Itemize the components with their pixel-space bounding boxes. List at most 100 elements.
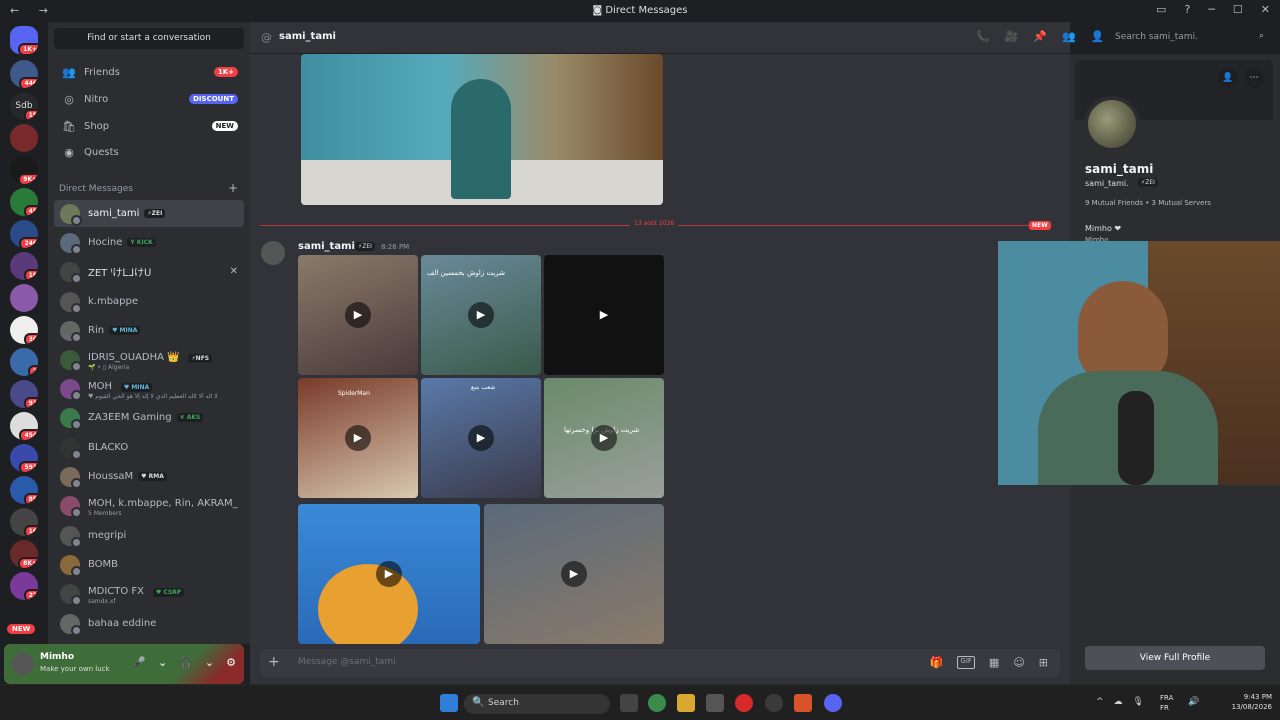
sticker-icon[interactable]: ▦: [989, 656, 999, 669]
server-icon[interactable]: 30: [10, 316, 38, 344]
language-indicator[interactable]: FRA FR: [1160, 693, 1173, 713]
brave-icon[interactable]: [794, 694, 812, 712]
server-icon[interactable]: 16: [10, 508, 38, 536]
nav-quests[interactable]: ◉ Quests: [54, 140, 244, 164]
video-attachment[interactable]: شريت زاوش برا وخسرتها ▶: [544, 378, 664, 498]
dm-item[interactable]: MOH ♥ MINA ♥ لا اله الا الله العظيم الذي…: [54, 375, 244, 402]
task-view-icon[interactable]: [620, 694, 638, 712]
cloud-icon[interactable]: ☁: [1114, 697, 1123, 707]
video-attachment[interactable]: ▶: [484, 504, 664, 644]
gift-icon[interactable]: 🎁: [930, 656, 944, 669]
gif-icon[interactable]: GIF: [957, 656, 975, 669]
dm-item[interactable]: IDRIS_OUADHA 👑 ⚡NFS 🌱 • ▯ Algeria: [54, 346, 244, 373]
video-attachment[interactable]: شعب بتبع ▶: [421, 378, 541, 498]
clock[interactable]: 9:43 PM 13/08/2026: [1224, 692, 1272, 712]
more-options-icon[interactable]: ⋯: [1244, 68, 1264, 88]
app-icon[interactable]: [765, 694, 783, 712]
message-author[interactable]: sami_tami: [298, 241, 355, 252]
chevron-down-icon[interactable]: ⌄: [158, 656, 167, 669]
chrome-icon[interactable]: [648, 694, 666, 712]
apps-icon[interactable]: ⊞: [1039, 656, 1048, 669]
home-button[interactable]: 1K+: [10, 26, 38, 54]
video-attachment[interactable]: ▶: [298, 504, 480, 644]
image-attachment[interactable]: [301, 54, 663, 205]
server-icon[interactable]: 9K+: [10, 156, 38, 184]
server-badge: 18: [23, 269, 38, 280]
pin-icon[interactable]: 📌: [1033, 30, 1047, 43]
server-icon[interactable]: [10, 124, 38, 152]
emoji-icon[interactable]: ☺: [1013, 656, 1024, 669]
find-conversation-button[interactable]: Find or start a conversation: [54, 28, 244, 49]
avatar[interactable]: [12, 653, 34, 675]
add-friends-icon[interactable]: 👥: [1062, 30, 1076, 43]
server-icon[interactable]: 446: [10, 60, 38, 88]
microphone-icon[interactable]: 🎤: [132, 656, 146, 669]
headphones-icon[interactable]: 🎧: [179, 656, 193, 669]
server-icon[interactable]: 18: [10, 252, 38, 280]
nav-shop[interactable]: 🛍 Shop NEW: [54, 114, 244, 138]
server-icon[interactable]: 454: [10, 412, 38, 440]
file-explorer-icon[interactable]: [677, 694, 695, 712]
server-icon[interactable]: 91: [10, 380, 38, 408]
avatar[interactable]: [261, 241, 285, 265]
username[interactable]: Mimho: [40, 652, 74, 662]
server-icon[interactable]: [10, 284, 38, 312]
profile-avatar[interactable]: [1084, 96, 1140, 152]
dm-item[interactable]: HoussaM ♥ RMA: [54, 463, 244, 490]
minimize-button[interactable]: ─: [1208, 3, 1215, 16]
mutual-info[interactable]: 9 Mutual Friends • 3 Mutual Servers: [1085, 199, 1211, 207]
server-icon[interactable]: 2: [10, 348, 38, 376]
attach-icon[interactable]: +: [268, 654, 280, 670]
dm-item[interactable]: Rin ♥ MINA: [54, 317, 244, 344]
microphone-icon[interactable]: 🎙: [1133, 697, 1144, 707]
new-servers-badge[interactable]: NEW: [7, 624, 36, 634]
server-icon[interactable]: 246: [10, 220, 38, 248]
video-attachment[interactable]: SpiderMan ▶: [298, 378, 418, 498]
dm-item[interactable]: Hocine Y KICK: [54, 229, 244, 256]
dm-item[interactable]: ZA3EEM Gaming ❦ AKS: [54, 404, 244, 431]
start-icon[interactable]: [440, 694, 458, 712]
dm-item[interactable]: BOMB: [54, 551, 244, 578]
server-icon[interactable]: 593: [10, 444, 38, 472]
help-icon[interactable]: ?: [1184, 3, 1190, 16]
video-attachment[interactable]: ▶: [298, 255, 418, 375]
video-attachment[interactable]: ▶: [544, 255, 664, 375]
settings-icon[interactable]: ⚙: [226, 656, 236, 669]
dm-item[interactable]: MDICTO FX ♥ CSRP samdx.xf: [54, 580, 244, 607]
close-dm-icon[interactable]: ✕: [230, 266, 238, 277]
dm-item[interactable]: megripi: [54, 522, 244, 549]
discord-icon[interactable]: [824, 694, 842, 712]
chevron-up-icon[interactable]: ^: [1096, 697, 1104, 707]
taskbar-search[interactable]: 🔍 Search: [464, 694, 610, 714]
server-icon[interactable]: 22: [10, 572, 38, 600]
server-icon[interactable]: 85: [10, 476, 38, 504]
create-dm-button[interactable]: +: [228, 181, 238, 195]
server-icon[interactable]: 45: [10, 188, 38, 216]
search-input[interactable]: Search sami_tami. ⌕: [1109, 28, 1269, 48]
user-profile-icon[interactable]: 👤: [1091, 30, 1105, 43]
dm-item[interactable]: sami_tami ⚡ZEI: [54, 200, 244, 227]
inbox-icon[interactable]: ▭: [1156, 3, 1166, 16]
maximize-button[interactable]: ☐: [1233, 3, 1243, 16]
dm-item[interactable]: MOH, k.mbappe, Rin, AKRAM_... 5 Members: [54, 492, 244, 519]
opera-icon[interactable]: [735, 694, 753, 712]
video-call-icon[interactable]: 🎥: [1005, 30, 1019, 43]
server-icon[interactable]: Sdb 15: [10, 92, 38, 120]
nav-nitro[interactable]: ◎ Nitro DISCOUNT: [54, 87, 244, 111]
recipient-name[interactable]: sami_tami: [279, 31, 336, 42]
nav-friends[interactable]: 👥 Friends 1K+: [54, 60, 244, 84]
app-icon[interactable]: [706, 694, 724, 712]
dm-item[interactable]: bahaa eddine: [54, 610, 244, 637]
chevron-down-icon[interactable]: ⌄: [205, 656, 214, 669]
add-friend-icon[interactable]: 👤: [1218, 68, 1238, 88]
message-composer[interactable]: + Message @sami_tami 🎁 GIF ▦ ☺ ⊞: [260, 649, 1060, 677]
server-icon[interactable]: 8K+: [10, 540, 38, 568]
video-attachment[interactable]: شريت زاوش بخمسين الف ▶: [421, 255, 541, 375]
dm-item[interactable]: BLACKO: [54, 434, 244, 461]
close-button[interactable]: ✕: [1261, 3, 1270, 16]
view-full-profile-button[interactable]: View Full Profile: [1085, 646, 1265, 670]
volume-icon[interactable]: 🔊: [1188, 697, 1199, 707]
voice-call-icon[interactable]: 📞: [976, 30, 990, 43]
dm-item[interactable]: ZET ᑊけᒪᒧけᑌ ✕: [54, 258, 244, 285]
dm-item[interactable]: k.mbappe: [54, 288, 244, 315]
